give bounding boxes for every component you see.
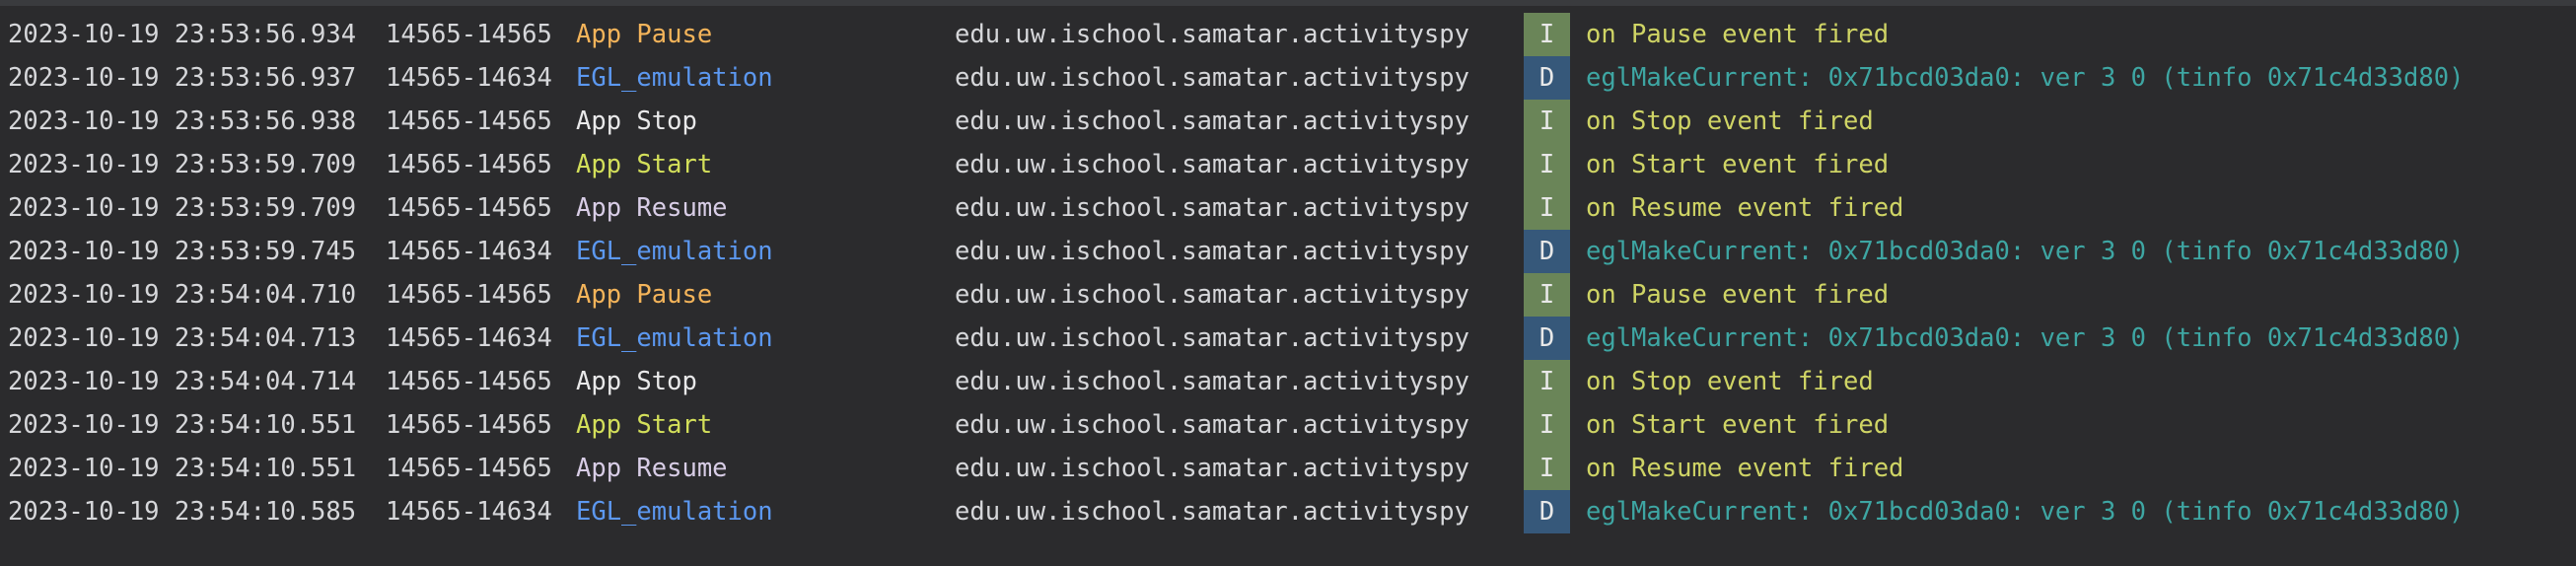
log-row[interactable]: 2023-10-19 23:54:10.551 14565-14565 App …: [0, 403, 2576, 447]
log-pid-tid: 14565-14565: [386, 367, 552, 396]
log-tag: App Resume: [576, 193, 728, 223]
log-message: on Stop event fired: [1586, 367, 1874, 396]
log-timestamp: 2023-10-19 23:54:04.714: [8, 367, 357, 396]
log-row[interactable]: 2023-10-19 23:53:59.745 14565-14634 EGL_…: [0, 230, 2576, 273]
log-package: edu.uw.ischool.samatar.activityspy: [955, 106, 1469, 136]
log-pid-tid: 14565-14565: [386, 280, 552, 310]
log-package: edu.uw.ischool.samatar.activityspy: [955, 323, 1469, 353]
log-package: edu.uw.ischool.samatar.activityspy: [955, 410, 1469, 440]
log-tag: App Pause: [576, 20, 713, 49]
log-package: edu.uw.ischool.samatar.activityspy: [955, 193, 1469, 223]
log-timestamp: 2023-10-19 23:53:56.934: [8, 20, 357, 49]
log-row[interactable]: 2023-10-19 23:54:04.713 14565-14634 EGL_…: [0, 317, 2576, 360]
log-package: edu.uw.ischool.samatar.activityspy: [955, 454, 1469, 483]
log-package: edu.uw.ischool.samatar.activityspy: [955, 280, 1469, 310]
log-row[interactable]: 2023-10-19 23:54:10.551 14565-14565 App …: [0, 447, 2576, 490]
log-timestamp: 2023-10-19 23:54:10.551: [8, 454, 357, 483]
log-level-badge: I: [1524, 143, 1570, 186]
logcat-output[interactable]: 2023-10-19 23:53:56.934 14565-14565 App …: [0, 13, 2576, 533]
log-row[interactable]: 2023-10-19 23:54:04.710 14565-14565 App …: [0, 273, 2576, 317]
log-timestamp: 2023-10-19 23:53:59.709: [8, 193, 357, 223]
log-message: on Start event fired: [1586, 150, 1890, 179]
log-row[interactable]: 2023-10-19 23:53:56.937 14565-14634 EGL_…: [0, 56, 2576, 100]
log-pid-tid: 14565-14565: [386, 193, 552, 223]
log-level-badge: D: [1524, 56, 1570, 100]
log-level-badge: I: [1524, 186, 1570, 230]
log-message: on Start event fired: [1586, 410, 1890, 440]
log-row[interactable]: 2023-10-19 23:53:59.709 14565-14565 App …: [0, 186, 2576, 230]
log-timestamp: 2023-10-19 23:53:56.937: [8, 63, 357, 93]
log-level-badge: I: [1524, 13, 1570, 56]
log-timestamp: 2023-10-19 23:53:59.745: [8, 237, 357, 266]
log-row[interactable]: 2023-10-19 23:53:56.938 14565-14565 App …: [0, 100, 2576, 143]
log-tag: App Stop: [576, 367, 697, 396]
log-message: on Stop event fired: [1586, 106, 1874, 136]
log-message: on Resume event fired: [1586, 193, 1904, 223]
log-tag: App Stop: [576, 106, 697, 136]
log-tag: EGL_emulation: [576, 63, 773, 93]
log-pid-tid: 14565-14565: [386, 106, 552, 136]
log-message: on Resume event fired: [1586, 454, 1904, 483]
log-timestamp: 2023-10-19 23:53:56.938: [8, 106, 357, 136]
log-pid-tid: 14565-14634: [386, 63, 552, 93]
log-message: eglMakeCurrent: 0x71bcd03da0: ver 3 0 (t…: [1586, 63, 2465, 93]
log-level-badge: D: [1524, 490, 1570, 533]
log-pid-tid: 14565-14634: [386, 323, 552, 353]
log-message: on Pause event fired: [1586, 280, 1890, 310]
log-level-badge: I: [1524, 447, 1570, 490]
log-level-badge: D: [1524, 230, 1570, 273]
log-tag: App Start: [576, 150, 713, 179]
log-package: edu.uw.ischool.samatar.activityspy: [955, 497, 1469, 527]
log-message: eglMakeCurrent: 0x71bcd03da0: ver 3 0 (t…: [1586, 497, 2465, 527]
log-timestamp: 2023-10-19 23:53:59.709: [8, 150, 357, 179]
log-pid-tid: 14565-14565: [386, 410, 552, 440]
log-row[interactable]: 2023-10-19 23:53:59.709 14565-14565 App …: [0, 143, 2576, 186]
log-pid-tid: 14565-14565: [386, 454, 552, 483]
log-message: eglMakeCurrent: 0x71bcd03da0: ver 3 0 (t…: [1586, 237, 2465, 266]
log-timestamp: 2023-10-19 23:54:10.551: [8, 410, 357, 440]
log-level-badge: I: [1524, 100, 1570, 143]
log-package: edu.uw.ischool.samatar.activityspy: [955, 63, 1469, 93]
log-level-badge: I: [1524, 273, 1570, 317]
log-tag: EGL_emulation: [576, 323, 773, 353]
log-package: edu.uw.ischool.samatar.activityspy: [955, 20, 1469, 49]
log-level-badge: I: [1524, 360, 1570, 403]
log-package: edu.uw.ischool.samatar.activityspy: [955, 237, 1469, 266]
log-row[interactable]: 2023-10-19 23:54:10.585 14565-14634 EGL_…: [0, 490, 2576, 533]
log-package: edu.uw.ischool.samatar.activityspy: [955, 150, 1469, 179]
log-level-badge: D: [1524, 317, 1570, 360]
log-tag: App Pause: [576, 280, 713, 310]
log-timestamp: 2023-10-19 23:54:04.713: [8, 323, 357, 353]
log-tag: EGL_emulation: [576, 497, 773, 527]
log-timestamp: 2023-10-19 23:54:04.710: [8, 280, 357, 310]
log-pid-tid: 14565-14634: [386, 237, 552, 266]
log-message: on Pause event fired: [1586, 20, 1890, 49]
log-tag: App Start: [576, 410, 713, 440]
log-pid-tid: 14565-14565: [386, 150, 552, 179]
log-tag: EGL_emulation: [576, 237, 773, 266]
log-message: eglMakeCurrent: 0x71bcd03da0: ver 3 0 (t…: [1586, 323, 2465, 353]
log-pid-tid: 14565-14565: [386, 20, 552, 49]
log-pid-tid: 14565-14634: [386, 497, 552, 527]
toolbar-edge: [0, 0, 2576, 6]
log-row[interactable]: 2023-10-19 23:54:04.714 14565-14565 App …: [0, 360, 2576, 403]
log-timestamp: 2023-10-19 23:54:10.585: [8, 497, 357, 527]
log-level-badge: I: [1524, 403, 1570, 447]
log-package: edu.uw.ischool.samatar.activityspy: [955, 367, 1469, 396]
log-tag: App Resume: [576, 454, 728, 483]
log-row[interactable]: 2023-10-19 23:53:56.934 14565-14565 App …: [0, 13, 2576, 56]
